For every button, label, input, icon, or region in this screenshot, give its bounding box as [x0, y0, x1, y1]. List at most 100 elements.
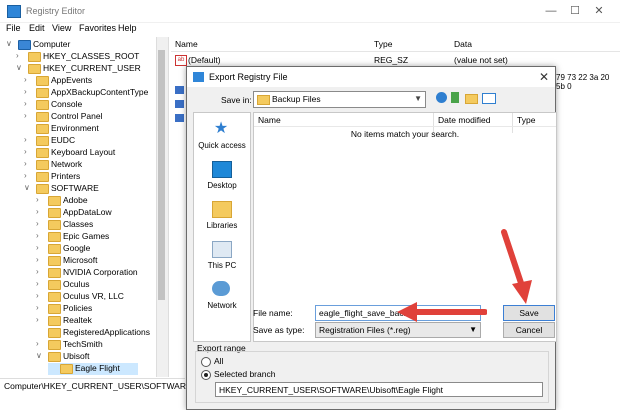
menu-bar: File Edit View Favorites Help: [0, 22, 620, 36]
folder-icon: [28, 52, 41, 62]
tree-item-label: Ubisoft: [63, 351, 90, 361]
tree-item-label: Adobe: [63, 195, 88, 205]
chevron-right-icon[interactable]: ›: [24, 111, 34, 120]
menu-help[interactable]: Help: [118, 23, 137, 33]
chevron-right-icon[interactable]: ›: [36, 243, 46, 252]
chevron-right-icon[interactable]: ›: [36, 279, 46, 288]
chevron-right-icon[interactable]: ›: [36, 231, 46, 240]
tree-item-label: AppDataLow: [63, 207, 112, 217]
chevron-down-icon[interactable]: ∨: [6, 39, 16, 48]
binary-value-icon: [175, 100, 184, 108]
value-data-partial: 79 73 22 3a 20 5b 0: [556, 73, 610, 91]
place-label: Network: [207, 301, 237, 310]
chevron-right-icon[interactable]: ›: [36, 291, 46, 300]
tree-item-label: Console: [51, 99, 83, 109]
tree-item-label: Computer: [33, 39, 71, 49]
menu-edit[interactable]: Edit: [29, 23, 45, 33]
chevron-right-icon[interactable]: ›: [36, 255, 46, 264]
save-in-select[interactable]: Backup Files ▼: [253, 91, 426, 108]
dialog-close-icon[interactable]: ✕: [539, 70, 549, 84]
chevron-right-icon[interactable]: ›: [16, 51, 26, 60]
tree-item-label: AppEvents: [51, 75, 93, 85]
chevron-down-icon[interactable]: ∨: [16, 63, 26, 72]
folder-icon: [36, 160, 49, 170]
place-label: Desktop: [207, 181, 237, 190]
tree-item-label: Control Panel: [51, 111, 103, 121]
chevron-right-icon[interactable]: ›: [24, 135, 34, 144]
save-button[interactable]: Save: [503, 305, 555, 321]
column-name[interactable]: Name: [175, 39, 198, 49]
branch-input[interactable]: HKEY_CURRENT_USER\SOFTWARE\Ubisoft\Eagle…: [215, 382, 543, 397]
folder-icon: [48, 292, 61, 302]
save-as-type-select[interactable]: Registration Files (*.reg) ▼: [315, 322, 481, 338]
tree-item[interactable]: Eagle Flight: [48, 363, 138, 375]
tree-item-label: AppXBackupContentType: [51, 87, 149, 97]
folder-icon: [48, 328, 61, 338]
chevron-right-icon[interactable]: ›: [24, 87, 34, 96]
close-button[interactable]: ✕: [576, 0, 620, 22]
tree-item-label: Environment: [51, 123, 99, 133]
tree-item-label: TechSmith: [63, 339, 103, 349]
column-type[interactable]: Type: [517, 115, 535, 125]
registry-app-icon: [7, 5, 21, 18]
folder-icon: [36, 172, 49, 182]
cancel-button[interactable]: Cancel: [503, 322, 555, 338]
tree-item-label: Policies: [63, 303, 93, 313]
tree-item-label: SOFTWARE: [51, 183, 99, 193]
chevron-right-icon[interactable]: ›: [36, 219, 46, 228]
annotation-arrow-save: [501, 229, 532, 304]
value-name[interactable]: (Default): [188, 55, 221, 65]
folder-icon: [48, 280, 61, 290]
folder-icon: [48, 316, 61, 326]
chevron-right-icon[interactable]: ›: [36, 195, 46, 204]
up-folder-icon[interactable]: [451, 92, 459, 103]
tree-item-label: Realtek: [63, 315, 92, 325]
folder-icon: [48, 196, 61, 206]
computer-icon: [18, 40, 31, 50]
column-type[interactable]: Type: [374, 39, 392, 49]
chevron-right-icon[interactable]: ›: [24, 171, 34, 180]
tree-item-label: Keyboard Layout: [51, 147, 116, 157]
chevron-right-icon[interactable]: ›: [36, 303, 46, 312]
chevron-down-icon[interactable]: ∨: [24, 183, 34, 192]
chevron-down-icon[interactable]: ∨: [36, 351, 46, 360]
folder-icon: [36, 136, 49, 146]
chevron-right-icon[interactable]: ›: [36, 339, 46, 348]
tree-scrollbar-thumb[interactable]: [158, 50, 165, 300]
new-folder-icon[interactable]: [465, 94, 478, 104]
radio-selected-branch-label: Selected branch: [214, 369, 276, 379]
radio-selected-branch[interactable]: [201, 370, 211, 380]
header-divider: [254, 126, 556, 127]
column-date-modified[interactable]: Date modified: [438, 115, 490, 125]
places-bar: ★ Quick access Desktop Libraries This PC…: [193, 112, 251, 342]
annotation-arrow-filename: [397, 302, 487, 322]
view-menu-icon[interactable]: [482, 93, 496, 104]
window-title: Registry Editor: [26, 6, 86, 16]
chevron-right-icon[interactable]: ›: [24, 99, 34, 108]
chevron-right-icon[interactable]: ›: [36, 315, 46, 324]
column-name[interactable]: Name: [258, 115, 281, 125]
chevron-down-icon: ▼: [469, 325, 477, 334]
menu-favorites[interactable]: Favorites: [79, 23, 116, 33]
value-data: (value not set): [454, 55, 508, 65]
tree-item-label: Printers: [51, 171, 81, 181]
radio-all[interactable]: [201, 357, 211, 367]
menu-file[interactable]: File: [6, 23, 21, 33]
folder-icon: [36, 184, 49, 194]
dialog-title: Export Registry File: [209, 72, 288, 82]
folder-icon: [36, 148, 49, 158]
menu-view[interactable]: View: [52, 23, 71, 33]
place-label: Quick access: [198, 141, 246, 150]
chevron-right-icon[interactable]: ›: [36, 207, 46, 216]
chevron-right-icon[interactable]: ›: [24, 147, 34, 156]
column-data[interactable]: Data: [454, 39, 472, 49]
tree-item-label: HKEY_CLASSES_ROOT: [43, 51, 140, 61]
chevron-right-icon[interactable]: ›: [24, 159, 34, 168]
branch-value: HKEY_CURRENT_USER\SOFTWARE\Ubisoft\Eagle…: [219, 385, 444, 395]
folder-icon: [36, 76, 49, 86]
chevron-right-icon[interactable]: ›: [36, 267, 46, 276]
registry-tree[interactable]: ∨ Computer › HKEY_CLASSES_ROOT ∨ HKEY_CURRENT…: [0, 37, 169, 377]
save-in-label: Save in:: [221, 95, 252, 105]
chevron-right-icon[interactable]: ›: [24, 75, 34, 84]
back-icon[interactable]: [436, 92, 447, 103]
